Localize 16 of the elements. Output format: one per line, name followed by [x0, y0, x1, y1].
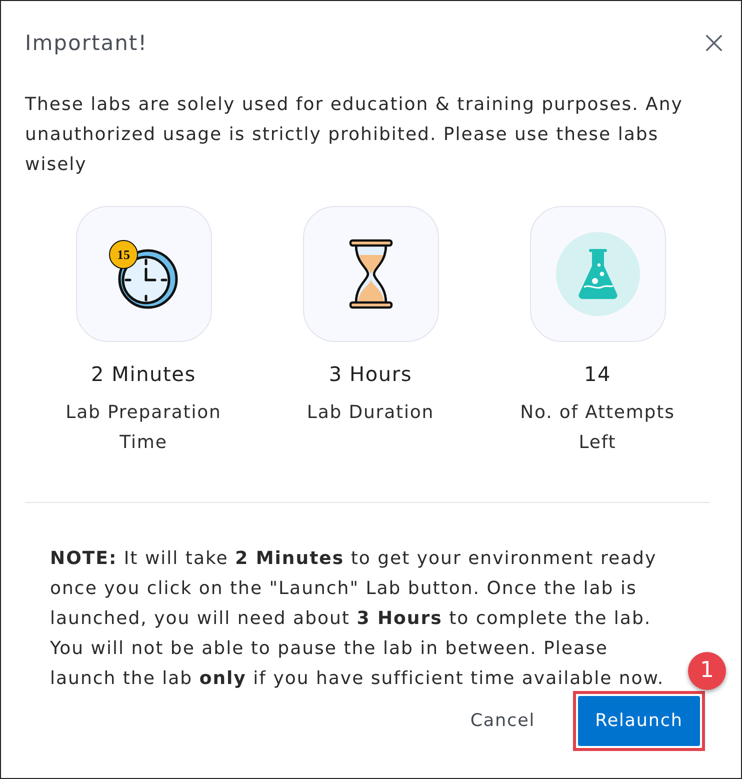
stat-label: Lab Duration: [306, 401, 434, 425]
stat-value: 2 Minutes: [90, 361, 196, 388]
intro-text: These labs are solely used for education & training purposes. Any unauthorized usage is strictly prohibited. Please use these labs wisely: [25, 93, 684, 177]
note-text: NOTE: It will take 2 Minutes to get your environment ready once you click on the "Launch" Lab button. Once the lab is launched, you will need about 3 Hours to complete the lab. You will not be able to pause the lab in between. Please launch the lab only if you have sufficient time available now.: [50, 547, 666, 691]
stat-value: 14: [584, 361, 612, 388]
relaunch-button[interactable]: Relaunch: [578, 696, 700, 746]
close-icon[interactable]: [706, 35, 722, 51]
dialog-title: Important!: [25, 30, 148, 57]
stat-value: 3 Hours: [328, 361, 412, 388]
stat-label: Lab Preparation Time: [64, 401, 222, 455]
cancel-button[interactable]: Cancel: [470, 696, 535, 746]
number-badge: 15: [109, 240, 138, 268]
flask-icon: [556, 232, 640, 316]
step-badge: 1: [688, 652, 726, 690]
hourglass-icon: [348, 239, 392, 309]
stat-label: No. of Attempts Left: [519, 401, 676, 455]
